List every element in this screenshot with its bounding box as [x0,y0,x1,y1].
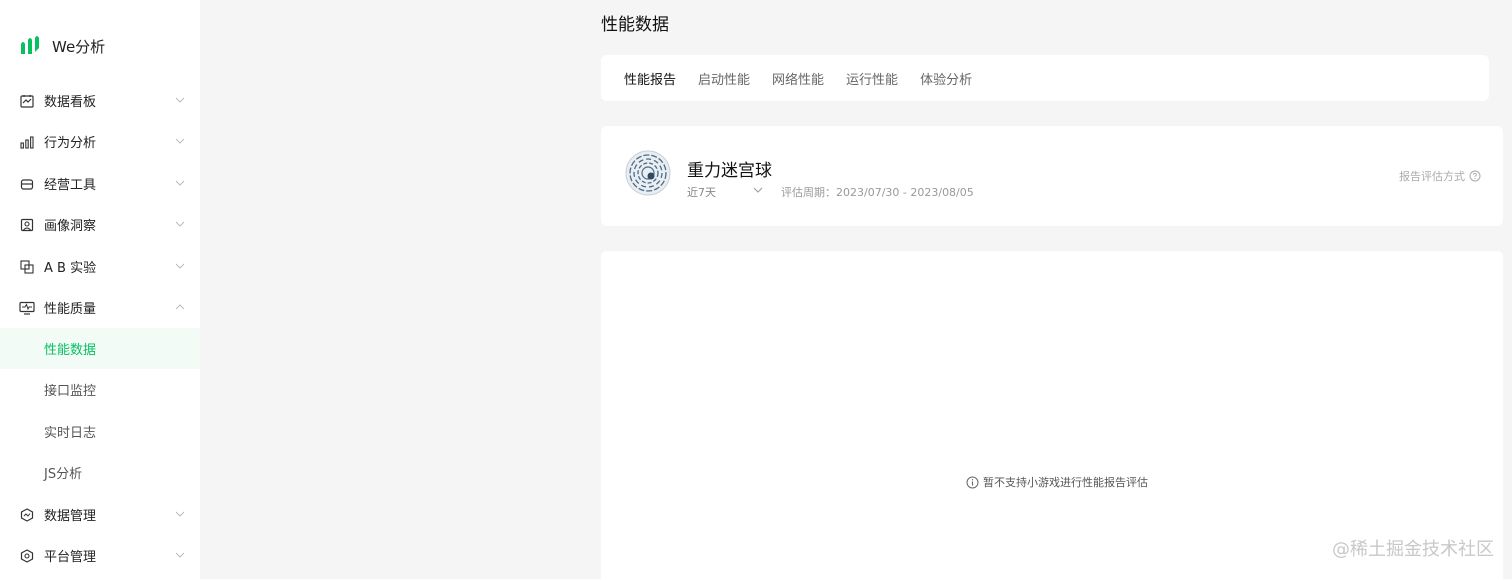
game-avatar [625,150,671,196]
eval-method-label: 报告评估方式 [1399,170,1465,183]
app-logo[interactable]: We分析 [20,34,105,58]
tab-runtime-performance[interactable]: 运行性能 [846,69,898,88]
tab-launch-performance[interactable]: 启动性能 [698,69,750,88]
sidebar-item-label: A B 实验 [44,261,97,276]
dashboard-icon [19,93,35,109]
sidebar-item-platform-management[interactable]: 平台管理 [0,535,200,576]
sidebar-item-label: 平台管理 [44,550,97,565]
eval-method-link[interactable]: 报告评估方式 [1399,168,1481,184]
report-content-card: 暂不支持小游戏进行性能报告评估 [601,251,1503,579]
portrait-icon [19,217,35,233]
bar-chart-icon [19,134,35,150]
sidebar-subitem-api-monitor[interactable]: 接口监控 [0,369,200,410]
sidebar: We分析 数据看板 行为分析 经营工具 画像洞察 A B 实验 性能质量 性能数… [0,0,200,579]
sidebar-subitem-realtime-log[interactable]: 实时日志 [0,411,200,452]
sidebar-subitem-performance-data[interactable]: 性能数据 [0,328,200,369]
ab-test-icon [19,259,35,275]
game-info-card: 重力迷宫球 近7天 评估周期：2023/07/30 - 2023/08/05 报… [601,126,1503,226]
chevron-down-icon [175,511,185,517]
settings-icon [19,548,35,564]
monitor-icon [19,300,35,316]
sidebar-item-data-management[interactable]: 数据管理 [0,494,200,535]
chevron-down-icon [175,221,185,227]
sidebar-subitem-label: 性能数据 [44,343,97,358]
chevron-down-icon [175,552,185,558]
sidebar-item-label: 经营工具 [44,178,97,193]
date-range-value: 近7天 [687,186,716,199]
empty-state-message: 暂不支持小游戏进行性能报告评估 [966,474,1148,490]
evaluation-period: 评估周期：2023/07/30 - 2023/08/05 [781,186,974,199]
sidebar-item-dashboard[interactable]: 数据看板 [0,80,200,121]
sidebar-item-ab-test[interactable]: A B 实验 [0,246,200,287]
sidebar-item-business-tools[interactable]: 经营工具 [0,163,200,204]
app-name: We分析 [52,37,106,56]
date-range-select[interactable]: 近7天 [687,184,763,200]
shop-icon [19,176,35,192]
sidebar-item-behavior[interactable]: 行为分析 [0,121,200,162]
sidebar-item-label: 数据管理 [44,509,97,524]
chevron-up-icon [175,304,185,310]
sidebar-item-label: 数据看板 [44,95,97,110]
sidebar-item-label: 性能质量 [44,302,97,317]
sidebar-subitem-label: 实时日志 [44,426,97,441]
report-tabs: 性能报告 启动性能 网络性能 运行性能 体验分析 [601,55,1489,101]
chevron-down-icon [753,187,763,193]
watermark: @稀土掘金技术社区 [1332,539,1494,560]
question-circle-icon [1469,170,1481,182]
tab-performance-report[interactable]: 性能报告 [624,69,676,88]
sidebar-item-label: 画像洞察 [44,219,97,234]
sidebar-subitem-label: 接口监控 [44,384,97,399]
empty-state-text: 暂不支持小游戏进行性能报告评估 [983,476,1148,489]
chevron-down-icon [175,97,185,103]
sidebar-subitem-label: JS分析 [44,467,83,482]
info-circle-icon [966,476,979,488]
data-manage-icon [19,507,35,523]
sidebar-subitem-js-analysis[interactable]: JS分析 [0,452,200,493]
sidebar-item-portrait[interactable]: 画像洞察 [0,204,200,245]
page-title: 性能数据 [601,15,669,35]
tab-network-performance[interactable]: 网络性能 [772,69,824,88]
chevron-down-icon [175,180,185,186]
tab-experience-analysis[interactable]: 体验分析 [920,69,972,88]
chevron-down-icon [175,263,185,269]
sidebar-item-label: 行为分析 [44,136,97,151]
sidebar-item-performance[interactable]: 性能质量 [0,287,200,328]
we-analysis-logo-icon [20,34,40,58]
game-name: 重力迷宫球 [687,161,772,181]
chevron-down-icon [175,138,185,144]
